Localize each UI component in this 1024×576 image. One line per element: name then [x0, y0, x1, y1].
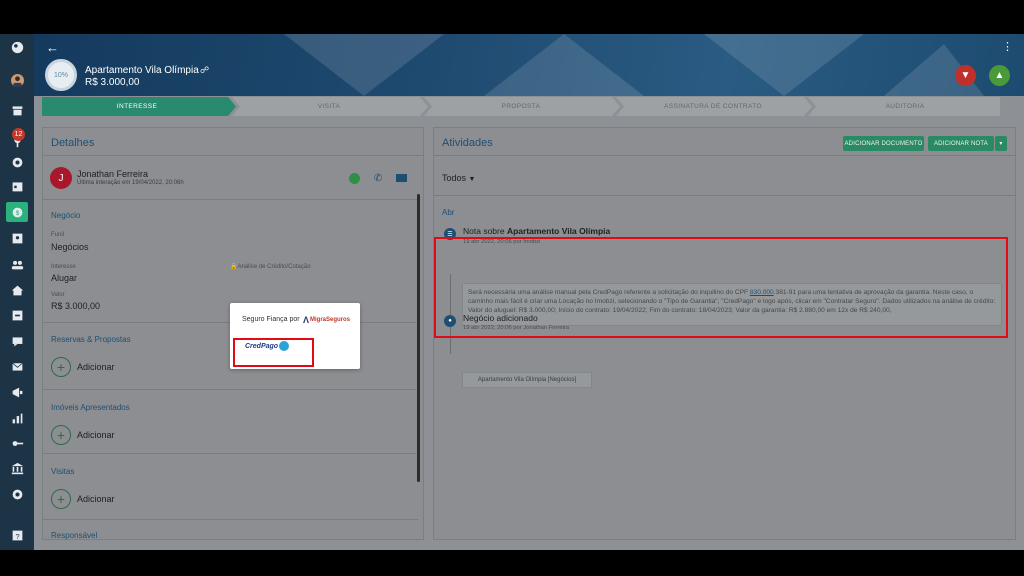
mail-icon[interactable]	[6, 356, 28, 376]
store-icon[interactable]	[6, 100, 28, 120]
back-arrow-icon[interactable]: ←	[46, 40, 59, 55]
mark-lost-button[interactable]: ▼	[955, 65, 976, 86]
sidebar: 12 $ ?	[0, 34, 34, 550]
edit-icon[interactable]	[6, 305, 28, 325]
contact-last-interaction: Última interação em 19/04/2022, 20:06h	[77, 180, 184, 186]
calendar-icon[interactable]	[6, 176, 28, 196]
add-note-button[interactable]: ADICIONAR NOTA	[928, 136, 994, 151]
add-reserva-icon[interactable]: +	[51, 357, 71, 377]
details-title: Detalhes	[51, 137, 95, 149]
deal-progress-ring: 10%	[45, 59, 77, 91]
help-icon[interactable]: ?	[6, 525, 28, 545]
letterbox-top	[0, 0, 1024, 34]
deal-title: Apartamento Vila Olímpia	[85, 65, 199, 76]
letterbox-bottom	[0, 550, 1024, 576]
mark-won-button[interactable]: ▲	[989, 65, 1010, 86]
add-reserva-label[interactable]: Adicionar	[77, 362, 115, 372]
svg-text:?: ?	[15, 531, 19, 540]
section-divider	[43, 389, 418, 390]
chat-icon[interactable]	[6, 331, 28, 351]
settings-icon[interactable]	[6, 484, 28, 504]
section-title: Visitas	[51, 467, 75, 476]
chart-icon[interactable]	[6, 408, 28, 428]
interesse-label: Interesse	[51, 264, 76, 270]
contact-avatar: J	[50, 167, 72, 189]
logo-icon[interactable]	[6, 37, 28, 57]
activities-filter[interactable]: Todos ▼	[442, 173, 475, 183]
funil-label: Funil	[51, 232, 65, 238]
negocio-heading: Negócio	[51, 211, 81, 220]
section-title: Reservas & Propostas	[51, 335, 131, 344]
add-imovel-label[interactable]: Adicionar	[77, 430, 115, 440]
details-scrollbar[interactable]	[417, 194, 420, 482]
contact-card-icon[interactable]	[6, 228, 28, 248]
section-divider	[43, 453, 418, 454]
add-imovel-icon[interactable]: +	[51, 425, 71, 445]
contact-name[interactable]: Jonathan Ferreira	[77, 169, 148, 179]
filter-label: Todos	[442, 173, 467, 183]
add-visita-label[interactable]: Adicionar	[77, 494, 115, 504]
negocio-meta: 19 abr 2022, 20:06 por Jonathan Ferreira	[463, 325, 570, 331]
deal-added-icon: ●	[444, 315, 456, 327]
avatar[interactable]	[6, 69, 28, 91]
note-title-deal: Apartamento Vila Olímpia	[506, 226, 611, 236]
activities-title: Atividades	[442, 137, 493, 149]
valor-label: Valor	[51, 292, 65, 298]
migra-mark-icon: Λ	[303, 315, 310, 325]
add-document-button[interactable]: ADICIONAR DOCUMENTO	[843, 136, 924, 151]
chevron-down-icon: ▼	[468, 176, 476, 183]
valor-value: R$ 3.000,00	[51, 301, 101, 311]
phone-icon[interactable]: ✆	[374, 173, 382, 184]
email-icon[interactable]	[396, 174, 407, 182]
stage-auditoria[interactable]: AUDITORIA	[812, 97, 998, 116]
contact-divider	[43, 199, 418, 200]
header-pattern	[284, 34, 984, 96]
deals-icon[interactable]: $	[6, 202, 28, 222]
credit-analysis-label: 🔒Análise de Crédito/Cotação	[230, 263, 311, 270]
notification-badge: 12	[12, 128, 25, 141]
key-icon[interactable]	[6, 433, 28, 453]
home-icon[interactable]	[6, 280, 28, 300]
negocio-title: Negócio adicionado	[463, 313, 538, 323]
deal-price: R$ 3.000,00	[85, 77, 140, 88]
more-vertical-icon[interactable]: ⋮	[1002, 40, 1013, 53]
note-title-prefix: Nota sobre	[463, 226, 507, 236]
target-icon[interactable]	[6, 152, 28, 172]
stage-proposta[interactable]: PROPOSTA	[428, 97, 614, 116]
people-icon[interactable]	[6, 254, 28, 274]
section-title: Responsável	[51, 531, 98, 540]
migra-logo-text: MigraSeguros	[310, 317, 351, 323]
section-divider	[43, 519, 418, 520]
deal-header: ← 10% Apartamento Vila Olímpia ☍ R$ 3.00…	[34, 34, 1024, 96]
add-menu-dropdown[interactable]: ▾	[995, 136, 1007, 151]
app-window: 12 $ ? ← 10% Apartamento Vila Olímpia ☍ …	[0, 34, 1024, 550]
section-title: Imóveis Apresentados	[51, 403, 130, 412]
seguro-label: Seguro Fiança por	[242, 316, 300, 323]
lock-icon: ☍	[200, 65, 210, 75]
add-visita-icon[interactable]: +	[51, 489, 71, 509]
note-title[interactable]: Nota sobre Apartamento Vila Olímpia	[463, 226, 610, 236]
credpago-highlight	[233, 338, 314, 367]
activities-title-divider	[434, 155, 1015, 156]
filter-divider	[434, 195, 1015, 196]
megaphone-icon[interactable]	[6, 382, 28, 402]
bank-icon[interactable]	[6, 458, 28, 478]
credit-analysis-text: Análise de Crédito/Cotação	[237, 264, 311, 270]
funil-value: Negócios	[51, 242, 89, 252]
stage-interesse[interactable]: INTERESSE	[42, 97, 232, 116]
whatsapp-icon[interactable]	[349, 173, 360, 184]
migra-logo[interactable]: Λ MigraSeguros	[303, 315, 350, 325]
svg-text:$: $	[15, 209, 19, 216]
stage-visita[interactable]: VISITA	[236, 97, 422, 116]
month-label: Abr	[442, 208, 455, 217]
deal-chip[interactable]: Apartamento Vila Olímpia [Negócios]	[462, 372, 592, 388]
stage-assinatura[interactable]: ASSINATURA DE CONTRATO	[620, 97, 806, 116]
details-title-divider	[43, 155, 423, 156]
pipeline-stages: INTERESSE VISITA PROPOSTA ASSINATURA DE …	[42, 97, 1000, 116]
interesse-value: Alugar	[51, 273, 78, 283]
